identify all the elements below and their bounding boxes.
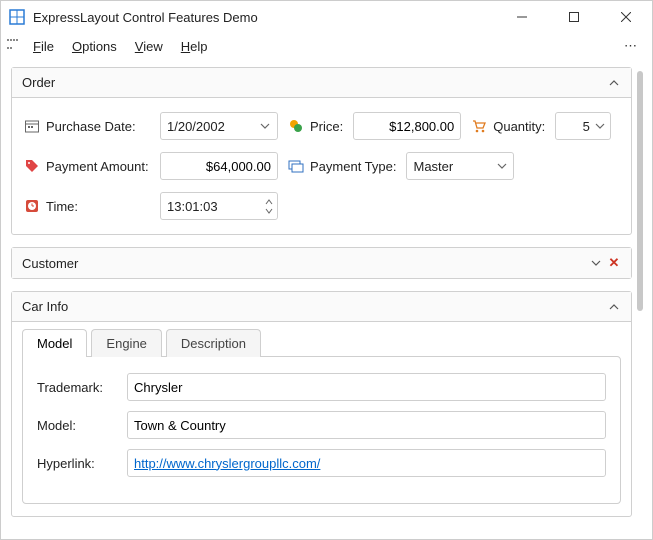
- spinner-up-icon[interactable]: [263, 198, 275, 206]
- expand-icon[interactable]: [587, 254, 605, 272]
- carinfo-tabs: Model Engine Description: [22, 328, 621, 356]
- payment-amount-input[interactable]: [160, 152, 278, 180]
- carinfo-panel: Car Info Model Engine Description Tradem…: [11, 291, 632, 517]
- tab-model[interactable]: Model: [22, 329, 87, 357]
- menu-help[interactable]: Help: [173, 36, 216, 57]
- hyperlink-value[interactable]: http://www.chryslergroupllc.com/: [134, 456, 320, 471]
- payment-type-label: Payment Type:: [288, 158, 396, 174]
- app-icon: [9, 9, 25, 25]
- tab-pane-model: Trademark: Model: Hyperlink: http://www.…: [22, 356, 621, 504]
- clock-icon: [24, 198, 40, 214]
- hyperlink-input[interactable]: http://www.chryslergroupllc.com/: [127, 449, 606, 477]
- calendar-icon: [24, 118, 40, 134]
- tab-engine[interactable]: Engine: [91, 329, 161, 357]
- payment-type-select[interactable]: Master: [406, 152, 514, 180]
- price-tag-icon: [288, 118, 304, 134]
- close-panel-icon[interactable]: ✕: [605, 254, 623, 272]
- order-panel-header[interactable]: Order: [12, 68, 631, 98]
- menu-options[interactable]: Options: [64, 36, 125, 57]
- chevron-down-icon: [594, 121, 606, 131]
- card-icon: [288, 158, 304, 174]
- trademark-input[interactable]: [127, 373, 606, 401]
- spinner-down-icon[interactable]: [263, 207, 275, 215]
- carinfo-panel-body: Model Engine Description Trademark: Mode…: [12, 328, 631, 504]
- tag-icon: [24, 158, 40, 174]
- quantity-label: Quantity:: [471, 118, 545, 134]
- quantity-input[interactable]: 5: [555, 112, 611, 140]
- collapse-icon[interactable]: [605, 298, 623, 316]
- price-label: Price:: [288, 118, 343, 134]
- payment-amount-label: Payment Amount:: [24, 158, 150, 174]
- model-label: Model:: [37, 418, 117, 433]
- window-title: ExpressLayout Control Features Demo: [33, 10, 492, 25]
- menu-file[interactable]: File: [25, 36, 62, 57]
- customer-panel-title: Customer: [22, 256, 587, 271]
- order-panel-body: Purchase Date: 1/20/2002 Price:: [12, 98, 631, 234]
- time-label: Time:: [24, 198, 150, 214]
- price-input[interactable]: [353, 112, 461, 140]
- menu-overflow[interactable]: ⋯: [616, 38, 646, 54]
- minimize-button[interactable]: [500, 3, 544, 31]
- carinfo-panel-header[interactable]: Car Info: [12, 292, 631, 322]
- order-panel-title: Order: [22, 75, 605, 90]
- collapse-icon[interactable]: [605, 74, 623, 92]
- hyperlink-label: Hyperlink:: [37, 456, 117, 471]
- customer-panel-header[interactable]: Customer ✕: [12, 248, 631, 278]
- toolbar-grip[interactable]: [7, 39, 19, 53]
- menu-view[interactable]: View: [127, 36, 171, 57]
- customer-panel: Customer ✕: [11, 247, 632, 279]
- workspace: Order Purchase Date: 1/20/2002 Price:: [1, 59, 652, 539]
- chevron-down-icon: [258, 121, 273, 131]
- tab-description[interactable]: Description: [166, 329, 261, 357]
- chevron-down-icon: [494, 161, 509, 171]
- carinfo-panel-title: Car Info: [22, 299, 605, 314]
- maximize-button[interactable]: [552, 3, 596, 31]
- time-spinner[interactable]: [259, 198, 275, 215]
- model-input[interactable]: [127, 411, 606, 439]
- vertical-scrollbar[interactable]: [632, 67, 648, 531]
- trademark-label: Trademark:: [37, 380, 117, 395]
- cart-icon: [471, 118, 487, 134]
- close-button[interactable]: [604, 3, 648, 31]
- purchase-date-input[interactable]: 1/20/2002: [160, 112, 278, 140]
- menubar: File Options View Help ⋯: [1, 33, 652, 59]
- titlebar: ExpressLayout Control Features Demo: [1, 1, 652, 33]
- scroll-thumb[interactable]: [637, 71, 643, 311]
- time-input[interactable]: 13:01:03: [160, 192, 278, 220]
- purchase-date-label: Purchase Date:: [24, 118, 150, 134]
- order-panel: Order Purchase Date: 1/20/2002 Price:: [11, 67, 632, 235]
